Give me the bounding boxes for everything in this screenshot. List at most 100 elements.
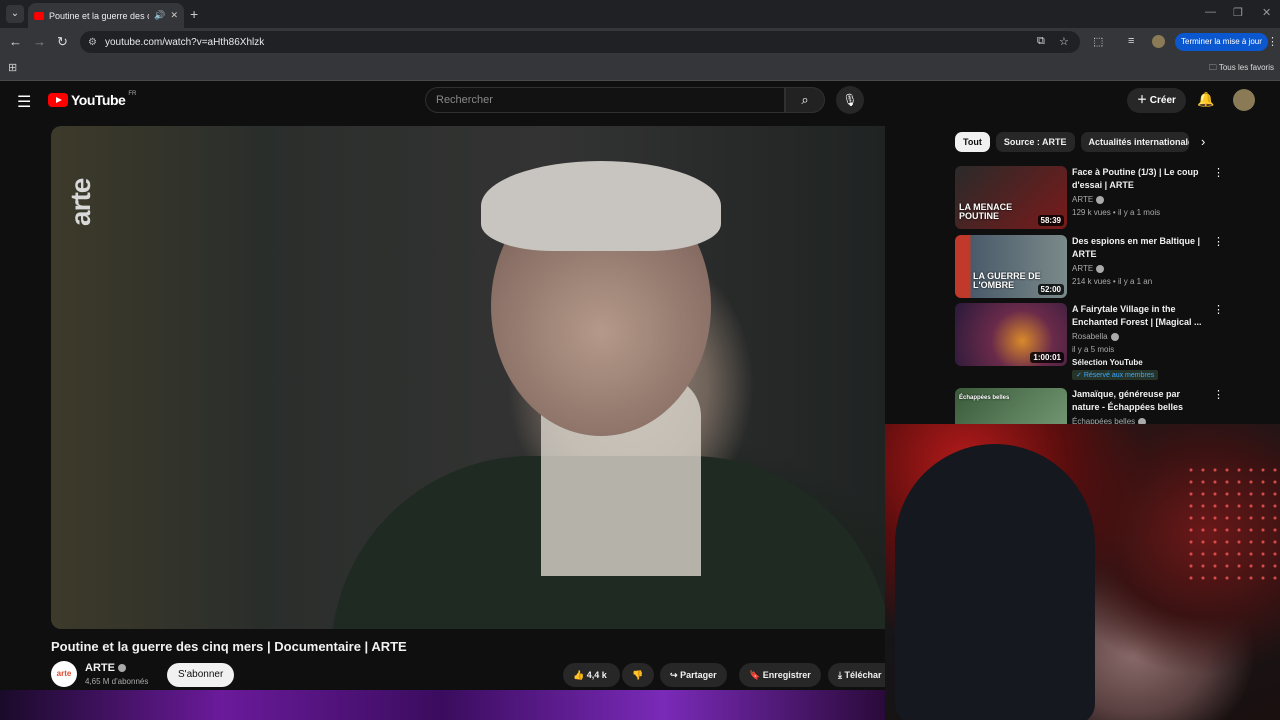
share-icon: ↪ (670, 670, 678, 680)
chip-all[interactable]: Tout (955, 132, 990, 152)
recommendation-title[interactable]: Des espions en mer Baltique | ARTE (1072, 235, 1207, 261)
channel-name-text: ARTE (85, 662, 115, 674)
profile-avatar[interactable] (1152, 35, 1165, 48)
bookmark-icon: 🔖 (749, 670, 761, 680)
search-button[interactable]: ⌕ (785, 87, 825, 113)
recommendation-channel[interactable]: Rosabella (1072, 332, 1119, 341)
close-window-icon[interactable]: ✕ (1262, 6, 1271, 19)
members-only-badge: ✓ Réservé aux membres (1072, 370, 1159, 380)
chevron-right-icon[interactable]: › (1201, 134, 1205, 149)
channel-name[interactable]: ARTE (85, 662, 126, 674)
more-options-icon[interactable]: ⋮ (1213, 166, 1224, 179)
thumbs-down-icon: 👎 (632, 670, 644, 680)
share-button[interactable]: ↪ Partager (660, 663, 727, 687)
download-label: Téléchar (844, 670, 882, 680)
url-text: youtube.com/watch?v=aHth86Xhlzk (104, 36, 265, 48)
youtube-logo[interactable]: YouTube FR (48, 91, 136, 108)
close-tab-icon[interactable]: ✕ (170, 10, 178, 21)
recommendation-title[interactable]: Face à Poutine (1/3) | Le coup d'essai |… (1072, 166, 1207, 192)
sound-icon[interactable]: 🔊 (154, 10, 165, 21)
more-options-icon[interactable]: ⋮ (1213, 235, 1224, 248)
dislike-button[interactable]: 👎 (622, 663, 654, 687)
bookmark-star-icon[interactable]: ☆ (1059, 35, 1069, 48)
browser-tab-strip: ⌄ Poutine et la guerre des cinq 🔊 ✕ + — … (0, 0, 1280, 28)
reload-icon[interactable]: ↻ (57, 34, 68, 50)
search-icon: ⌕ (801, 92, 809, 107)
install-app-icon[interactable]: ⧉ (1037, 35, 1045, 48)
bookmarks-folder-label: Tous les favoris (1218, 63, 1274, 72)
extensions-icon[interactable]: ⬚ (1093, 35, 1103, 48)
notifications-bell-icon[interactable]: 🔔 (1197, 91, 1214, 108)
thumbnail-text: LA GUERRE DE L'OMBRE (973, 271, 1041, 290)
subscribe-button[interactable]: S'abonner (167, 663, 235, 687)
duration-badge: 1:00:01 (1030, 352, 1064, 363)
browser-tab-active[interactable]: Poutine et la guerre des cinq 🔊 ✕ (28, 3, 184, 28)
chip-source-arte[interactable]: Source : ARTE (995, 132, 1075, 152)
new-tab-button[interactable]: + (190, 6, 198, 22)
members-only-text: Réservé aux membres (1083, 372, 1155, 379)
duration-badge: 52:00 (1037, 284, 1064, 295)
channel-text: Rosabella (1072, 332, 1108, 341)
recommendation-channel[interactable]: ARTE (1072, 195, 1105, 204)
tab-title: Poutine et la guerre des cinq (49, 10, 149, 21)
share-label: Partager (680, 670, 717, 680)
maximize-icon[interactable]: ❐ (1233, 6, 1243, 19)
create-label: Créer (1149, 95, 1176, 106)
channel-text: ARTE (1072, 264, 1094, 273)
omnibox[interactable]: ⚙ youtube.com/watch?v=aHth86Xhlzk (80, 31, 1080, 53)
download-icon: ⤓ (838, 670, 842, 680)
menu-icon[interactable]: ☰ (17, 92, 31, 112)
tab-list-button[interactable]: ⌄ (6, 5, 24, 23)
thumbnail[interactable]: LA GUERRE DE L'OMBRE 52:00 (955, 235, 1067, 298)
search-input[interactable]: Rechercher (425, 87, 785, 113)
recommendation-meta: 214 k vues • il y a 1 an (1072, 277, 1153, 286)
recommendation-chips: Tout Source : ARTE Actualités internatio… (955, 132, 1189, 152)
thumbnail[interactable]: 1:00:01 (955, 303, 1067, 366)
verified-icon (117, 664, 126, 673)
verified-icon (1110, 332, 1119, 341)
recommendation-channel[interactable]: ARTE (1072, 264, 1105, 273)
back-icon[interactable]: ← (9, 34, 22, 49)
webcam-person (895, 444, 1095, 720)
webcam-overlay (885, 424, 1280, 720)
video-title: Poutine et la guerre des cinq mers | Doc… (51, 639, 407, 654)
chip-international-news[interactable]: Actualités internationales (1080, 132, 1189, 152)
logo-text: YouTube (71, 92, 126, 108)
thumbnail-text: Échappées belles (959, 395, 1010, 401)
all-bookmarks-folder[interactable]: 🗀 Tous les favoris (1209, 62, 1274, 76)
bookmarks-bar: ⊞ 🗀 Tous les favoris (0, 56, 1280, 81)
description-area-overlay (0, 690, 885, 720)
more-options-icon[interactable]: ⋮ (1213, 303, 1224, 316)
video-player[interactable]: arte (51, 126, 885, 629)
site-info-icon[interactable]: ⚙ (88, 37, 97, 48)
subscriber-count: 4,65 M d'abonnés (85, 677, 149, 686)
reading-list-icon[interactable]: ≡ (1128, 35, 1134, 47)
save-label: Enregistrer (762, 670, 811, 680)
more-options-icon[interactable]: ⋮ (1213, 388, 1224, 401)
arte-watermark: arte (65, 178, 96, 226)
browser-menu-icon[interactable]: ⋮ (1267, 35, 1278, 48)
account-avatar[interactable] (1233, 89, 1255, 111)
string-lights (1185, 464, 1280, 584)
address-toolbar: ← → ↻ ⚙ youtube.com/watch?v=aHth86Xhlzk … (0, 28, 1280, 56)
create-button[interactable]: ＋ Créer (1127, 88, 1186, 113)
recommendation-title[interactable]: A Fairytale Village in the Enchanted For… (1072, 303, 1207, 329)
youtube-favicon-icon (34, 11, 44, 20)
channel-avatar[interactable]: arte (51, 661, 77, 687)
voice-search-button[interactable]: 🎙 (836, 86, 864, 114)
like-button[interactable]: 👍 4,4 k (563, 663, 620, 687)
recommendation-meta: il y a 5 mois (1072, 345, 1115, 354)
apps-grid-icon[interactable]: ⊞ (8, 61, 17, 74)
verified-icon (1096, 264, 1105, 273)
youtube-play-icon (48, 93, 68, 107)
recommendation-title[interactable]: Jamaïque, généreuse par nature - Échappé… (1072, 388, 1207, 414)
channel-text: ARTE (1072, 195, 1094, 204)
minimize-icon[interactable]: — (1205, 6, 1216, 18)
thumbnail[interactable]: LA MENACE POUTINE 58:39 (955, 166, 1067, 229)
update-button[interactable]: Terminer la mise à jour (1175, 33, 1268, 51)
thumbs-up-icon: 👍 (573, 670, 585, 680)
youtube-selection-label: Sélection YouTube (1072, 358, 1143, 367)
save-button[interactable]: 🔖 Enregistrer (739, 663, 821, 687)
download-button[interactable]: ⤓ Téléchar (828, 663, 885, 687)
forward-icon[interactable]: → (33, 34, 46, 49)
